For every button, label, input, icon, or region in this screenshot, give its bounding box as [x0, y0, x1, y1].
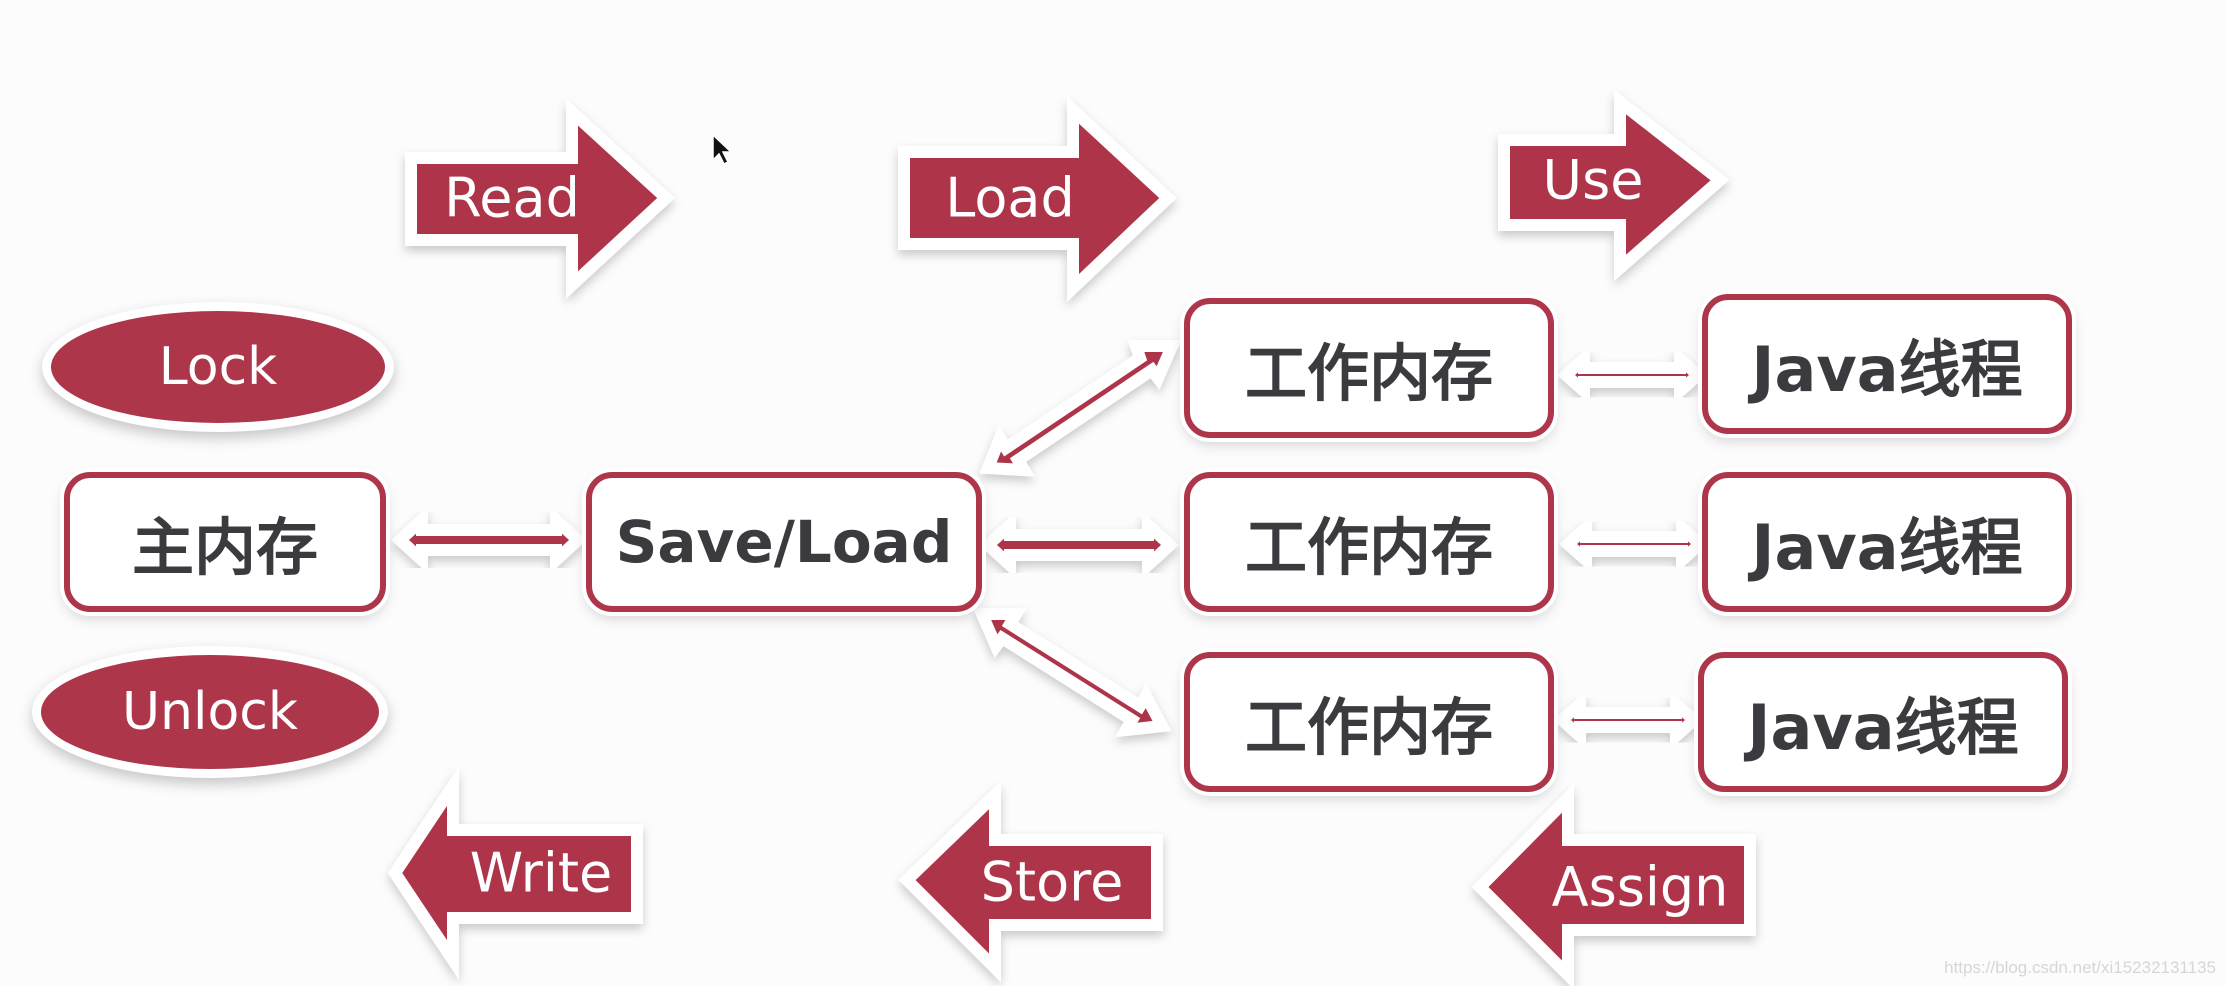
lock-oval: Lock: [42, 302, 394, 432]
save-load-box: Save/Load: [586, 472, 982, 612]
read-label: Read: [444, 166, 580, 230]
working-memory-label: 工作内存: [1244, 337, 1493, 410]
working-memory-label: 工作内存: [1244, 511, 1493, 584]
java-thread-box-2: Java线程: [1702, 472, 2072, 612]
lock-label: Lock: [158, 337, 278, 397]
main-memory-box: 主内存: [64, 472, 386, 612]
wm3-thread3-connector: [1552, 690, 1704, 750]
saveload-wm3-connector: [972, 608, 1172, 738]
unlock-oval: Unlock: [32, 646, 388, 778]
working-memory-label: 工作内存: [1244, 691, 1493, 764]
saveload-wm2-connector: [979, 511, 1179, 579]
working-memory-box-1: 工作内存: [1184, 298, 1554, 438]
wm2-thread2-connector: [1558, 514, 1710, 574]
main-saveload-connector: [391, 506, 587, 574]
wm1-thread1-connector: [1556, 345, 1708, 405]
unlock-label: Unlock: [122, 682, 298, 742]
working-memory-box-2: 工作内存: [1184, 472, 1554, 612]
store-label: Store: [980, 850, 1124, 914]
save-load-label: Save/Load: [615, 508, 953, 576]
assign-label: Assign: [1551, 855, 1729, 919]
watermark: https://blog.csdn.net/xi15232131135: [1944, 958, 2216, 977]
use-label: Use: [1542, 148, 1644, 212]
java-thread-label: Java线程: [1751, 333, 2023, 406]
java-thread-label: Java线程: [1747, 691, 2019, 764]
java-thread-box-3: Java线程: [1698, 652, 2068, 792]
main-memory-label: 主内存: [131, 511, 318, 584]
load-label: Load: [945, 166, 1075, 230]
java-thread-label: Java线程: [1751, 511, 2023, 584]
saveload-wm1-connector: [979, 340, 1182, 477]
java-thread-box-1: Java线程: [1702, 294, 2072, 434]
write-label: Write: [469, 841, 613, 905]
working-memory-box-3: 工作内存: [1184, 652, 1554, 792]
mouse-cursor-icon: [712, 134, 733, 166]
